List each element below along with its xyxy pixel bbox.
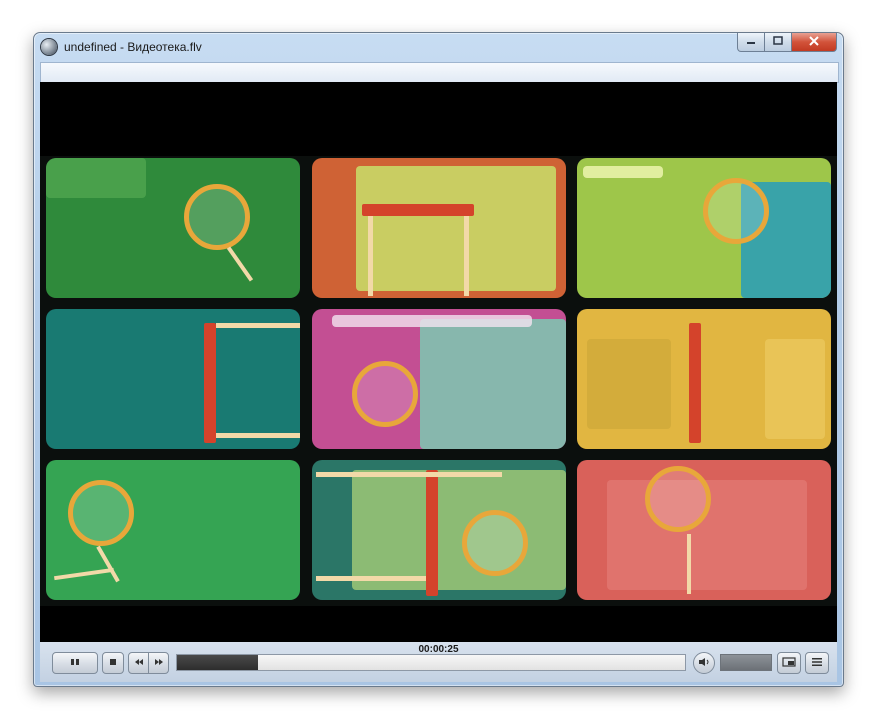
frame-tile [46,460,300,600]
maximize-button[interactable] [765,33,792,52]
frame-tile [577,309,831,449]
mute-button[interactable] [693,652,715,674]
frame-tile [577,460,831,600]
player-window: undefined - Видеотека.flv 00:00:25 [33,32,844,687]
playlist-button[interactable] [805,652,829,674]
title-bar[interactable]: undefined - Видеотека.flv [34,33,843,61]
caption-buttons [737,33,837,53]
rewind-icon [134,658,144,668]
frame-tile [312,309,566,449]
window-title: undefined - Видеотека.flv [64,40,202,54]
rewind-button[interactable] [128,652,149,674]
stop-icon [109,658,117,668]
menu-bar [40,62,839,83]
minimize-icon [746,37,756,48]
stop-button[interactable] [102,652,124,674]
snapshot-button[interactable] [777,652,801,674]
frame-tile [312,158,566,298]
frame-tile [46,158,300,298]
pause-icon [70,658,80,668]
app-icon [41,39,57,55]
volume-level [721,655,771,670]
seek-progress [177,655,259,670]
frame-tile [312,460,566,600]
pause-button[interactable] [52,652,98,674]
speaker-icon [698,657,710,669]
close-button[interactable] [792,33,837,52]
forward-button[interactable] [148,652,169,674]
minimize-button[interactable] [737,33,765,52]
player-controls: 00:00:25 [40,642,837,682]
video-area[interactable] [40,82,837,642]
frame-tile [577,158,831,298]
frame-tile [46,309,300,449]
maximize-icon [773,36,783,48]
snapshot-icon [782,657,796,669]
close-icon [809,35,819,49]
video-frame [40,156,837,606]
forward-icon [154,658,164,668]
volume-slider[interactable] [720,654,772,671]
seek-bar[interactable] [176,654,686,671]
playlist-icon [811,657,823,669]
